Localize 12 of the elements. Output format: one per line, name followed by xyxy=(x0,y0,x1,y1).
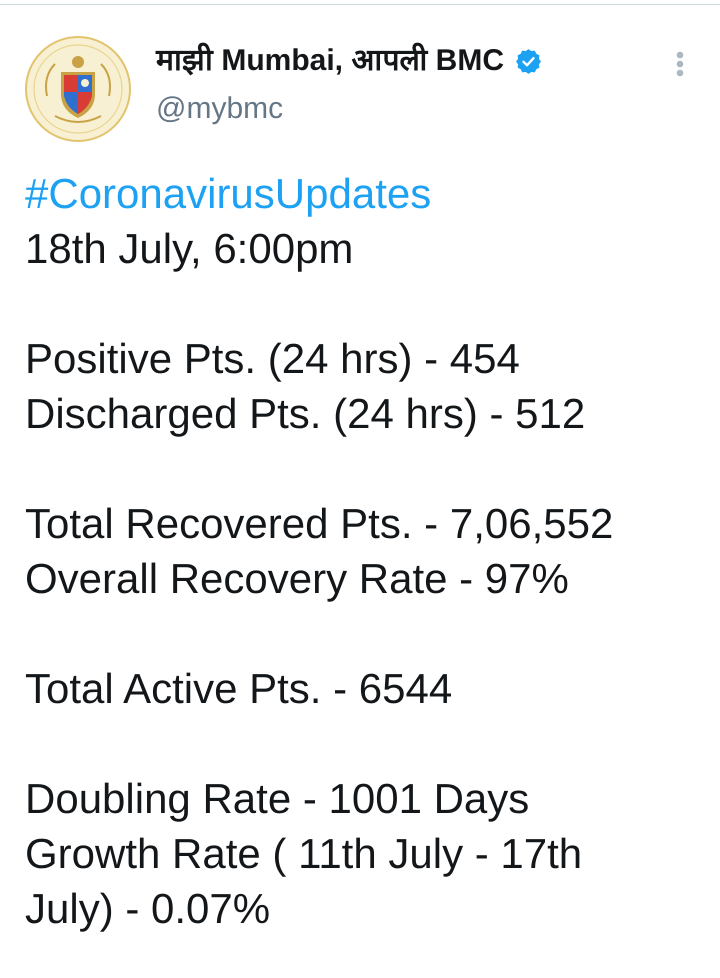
tweet-text-line: Growth Rate ( 11th July - 17th July) - 0.07% xyxy=(25,829,584,934)
display-name: माझी Mumbai, आपली BMC xyxy=(156,43,504,79)
tweet-text-line: Total Recovered Pts. - 7,06,552 xyxy=(25,499,614,549)
hashtag-link[interactable]: #CoronavirusUpdates xyxy=(25,166,432,221)
tweet-text-line: 18th July, 6:00pm xyxy=(25,224,354,274)
shield-emblem-icon[interactable] xyxy=(25,36,131,142)
tweet-text-line: Total Active Pts. - 6544 xyxy=(25,664,452,714)
tweet-text-line: Positive Pts. (24 hrs) - 454 xyxy=(25,334,520,384)
account-handle: @mybmc xyxy=(156,91,284,127)
tweet-text-line: Overall Recovery Rate - 97% xyxy=(25,554,569,604)
tweet-text-line: Discharged Pts. (24 hrs) - 512 xyxy=(25,389,586,439)
tweet-text-line: Doubling Rate - 1001 Days xyxy=(25,774,530,824)
